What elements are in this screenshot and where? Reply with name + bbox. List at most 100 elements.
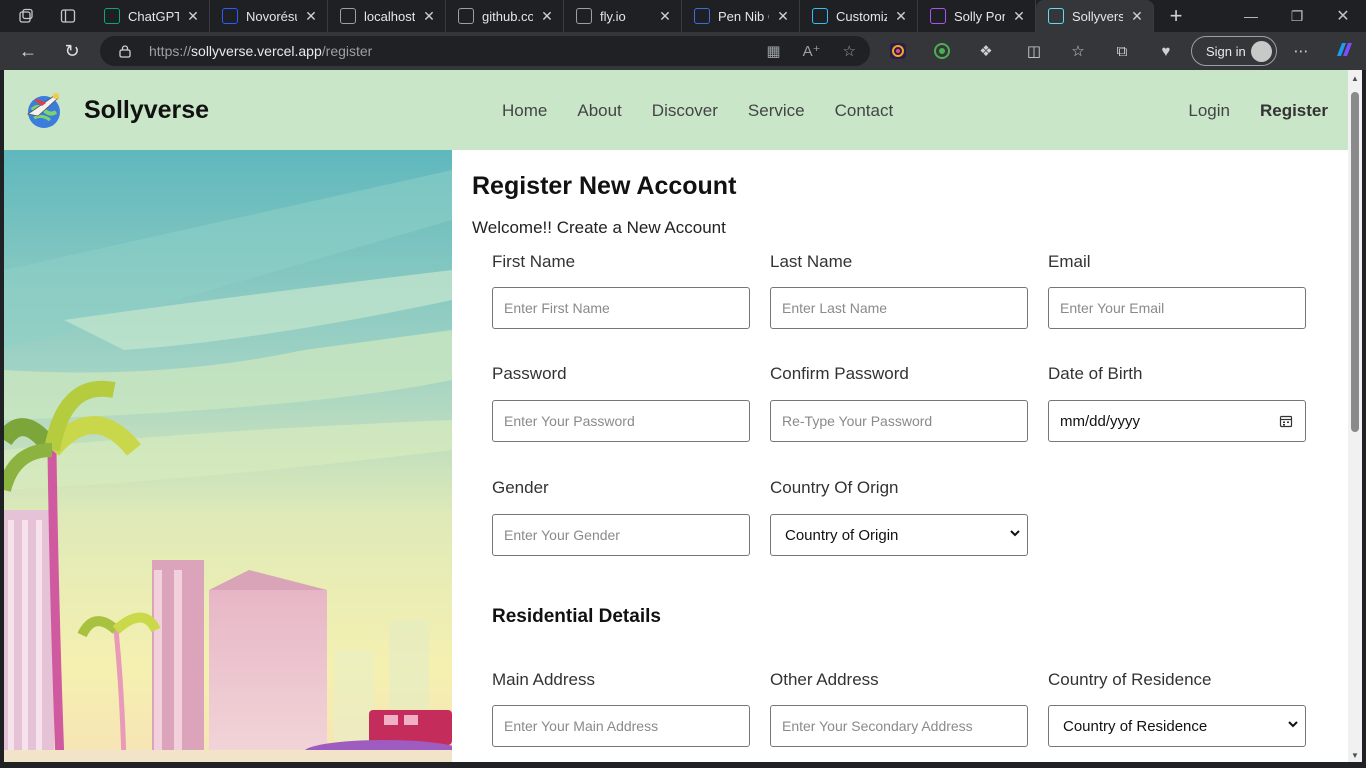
performance-icon[interactable]: ♥ <box>1157 42 1175 60</box>
chatgpt-icon <box>104 8 120 24</box>
browser-tab[interactable]: Solly Portf ✕ <box>918 0 1036 32</box>
email-group: Email Enter Your Email <box>1048 252 1306 329</box>
email-input[interactable]: Enter Your Email <box>1048 287 1306 329</box>
country-origin-select[interactable]: Country of Origin <box>770 514 1028 556</box>
hero-illustration <box>4 150 452 762</box>
browser-tab[interactable]: Sollyverse ✕ <box>1036 0 1154 32</box>
app-available-icon[interactable]: ▦ <box>766 42 780 60</box>
tab-title: localhost <box>364 8 415 24</box>
gender-group: Gender Enter Your Gender <box>492 478 750 556</box>
nav-home[interactable]: Home <box>502 101 547 121</box>
form-title: Register New Account <box>472 172 737 200</box>
browser-tab[interactable]: Novorésu ✕ <box>210 0 328 32</box>
close-tab-icon[interactable]: ✕ <box>421 8 437 25</box>
favorite-star-icon[interactable]: ☆ <box>843 42 856 60</box>
password-input[interactable]: Enter Your Password <box>492 400 750 442</box>
close-tab-icon[interactable]: ✕ <box>1129 8 1145 25</box>
browser-tab[interactable]: ChatGPT ✕ <box>92 0 210 32</box>
minimize-button[interactable]: — <box>1228 0 1274 32</box>
nav-about[interactable]: About <box>577 101 621 121</box>
brand-name[interactable]: Sollyverse <box>84 96 209 125</box>
nav-discover[interactable]: Discover <box>652 101 718 121</box>
page-icon <box>340 8 356 24</box>
scroll-up-icon[interactable]: ▲ <box>1350 74 1360 83</box>
sign-in-label: Sign in <box>1206 43 1246 59</box>
last-name-input[interactable]: Enter Last Name <box>770 287 1028 329</box>
address-bar[interactable]: https://sollyverse.vercel.app/register ▦… <box>100 36 870 66</box>
workspaces-icon[interactable] <box>16 6 36 26</box>
reload-button[interactable]: ↻ <box>56 35 88 67</box>
gender-input[interactable]: Enter Your Gender <box>492 514 750 556</box>
url-text: https://sollyverse.vercel.app/register <box>149 43 373 59</box>
close-tab-icon[interactable]: ✕ <box>185 8 201 25</box>
first-name-input[interactable]: Enter First Name <box>492 287 750 329</box>
novoresume-icon <box>222 8 238 24</box>
favorites-icon[interactable]: ☆ <box>1069 42 1087 60</box>
dob-group: Date of Birth mm/dd/yyyy <box>1048 364 1306 442</box>
tab-title: Customizi <box>836 8 887 24</box>
other-address-label: Other Address <box>770 670 879 689</box>
dob-value: mm/dd/yyyy <box>1060 412 1141 430</box>
country-origin-label: Country Of Orign <box>770 478 899 497</box>
gender-label: Gender <box>492 478 549 497</box>
collections-icon[interactable]: ⧉ <box>1113 42 1131 60</box>
split-screen-icon[interactable]: ◫ <box>1025 42 1043 60</box>
main-address-label: Main Address <box>492 670 595 689</box>
nav-contact[interactable]: Contact <box>835 101 894 121</box>
back-button[interactable]: ← <box>12 35 44 67</box>
close-window-button[interactable]: ✕ <box>1320 0 1366 32</box>
extension-color-icon[interactable] <box>889 42 907 60</box>
extension-target-icon[interactable] <box>933 42 951 60</box>
close-tab-icon[interactable]: ✕ <box>657 8 673 25</box>
chevron-down-icon <box>1010 530 1020 537</box>
extensions-puzzle-icon[interactable]: ❖ <box>977 42 995 60</box>
scrollbar-thumb[interactable] <box>1351 92 1359 432</box>
register-form: Register New Account Welcome!! Create a … <box>472 150 1348 762</box>
country-origin-value: Country of Origin <box>785 526 899 544</box>
page-scrollbar[interactable]: ▲ ▼ <box>1348 70 1362 762</box>
close-tab-icon[interactable]: ✕ <box>1011 8 1027 25</box>
tab-actions-icon[interactable] <box>58 6 78 26</box>
browser-toolbar: ← ↻ https://sollyverse.vercel.app/regist… <box>0 32 1366 70</box>
more-menu-icon[interactable]: ⋯ <box>1292 42 1310 60</box>
close-tab-icon[interactable]: ✕ <box>893 8 909 25</box>
close-tab-icon[interactable]: ✕ <box>303 8 319 25</box>
confirm-password-input[interactable]: Re-Type Your Password <box>770 400 1028 442</box>
flag-icon <box>694 8 710 24</box>
tab-title: github.cor <box>482 8 533 24</box>
browser-tab[interactable]: Pen Nib C ✕ <box>682 0 800 32</box>
calendar-icon[interactable] <box>1279 414 1293 428</box>
main-address-input[interactable]: Enter Your Main Address <box>492 705 750 747</box>
vite-icon <box>930 8 946 24</box>
last-name-label: Last Name <box>770 252 853 271</box>
main-nav: Home About Discover Service Contact <box>502 101 893 121</box>
tab-title: Solly Portf <box>954 8 1005 24</box>
country-residence-select[interactable]: Country of Residence <box>1048 705 1306 747</box>
residential-details-heading: Residential Details <box>492 606 661 627</box>
auth-links: Login Register <box>1188 101 1328 121</box>
page-icon <box>576 8 592 24</box>
sign-in-button[interactable]: Sign in <box>1191 36 1277 66</box>
page-icon <box>458 8 474 24</box>
page-viewport: Sollyverse Home About Discover Service C… <box>4 70 1348 762</box>
main-address-group: Main Address Enter Your Main Address <box>492 670 750 747</box>
dob-input[interactable]: mm/dd/yyyy <box>1048 400 1306 442</box>
register-link[interactable]: Register <box>1260 101 1328 121</box>
close-tab-icon[interactable]: ✕ <box>539 8 555 25</box>
tab-title: Pen Nib C <box>718 8 769 24</box>
browser-tab[interactable]: fly.io ✕ <box>564 0 682 32</box>
login-link[interactable]: Login <box>1188 101 1230 121</box>
scroll-down-icon[interactable]: ▼ <box>1350 751 1360 760</box>
restore-button[interactable]: ❐ <box>1274 0 1320 32</box>
browser-tab[interactable]: localhost ✕ <box>328 0 446 32</box>
browser-tab[interactable]: github.cor ✕ <box>446 0 564 32</box>
nav-service[interactable]: Service <box>748 101 805 121</box>
react-icon <box>1048 8 1064 24</box>
read-aloud-icon[interactable]: A⁺ <box>803 42 821 60</box>
close-tab-icon[interactable]: ✕ <box>775 8 791 25</box>
first-name-group: First Name Enter First Name <box>492 252 750 329</box>
browser-tab[interactable]: Customizi ✕ <box>800 0 918 32</box>
copilot-icon[interactable] <box>1334 41 1352 59</box>
new-tab-button[interactable]: + <box>1166 3 1186 29</box>
other-address-input[interactable]: Enter Your Secondary Address <box>770 705 1028 747</box>
